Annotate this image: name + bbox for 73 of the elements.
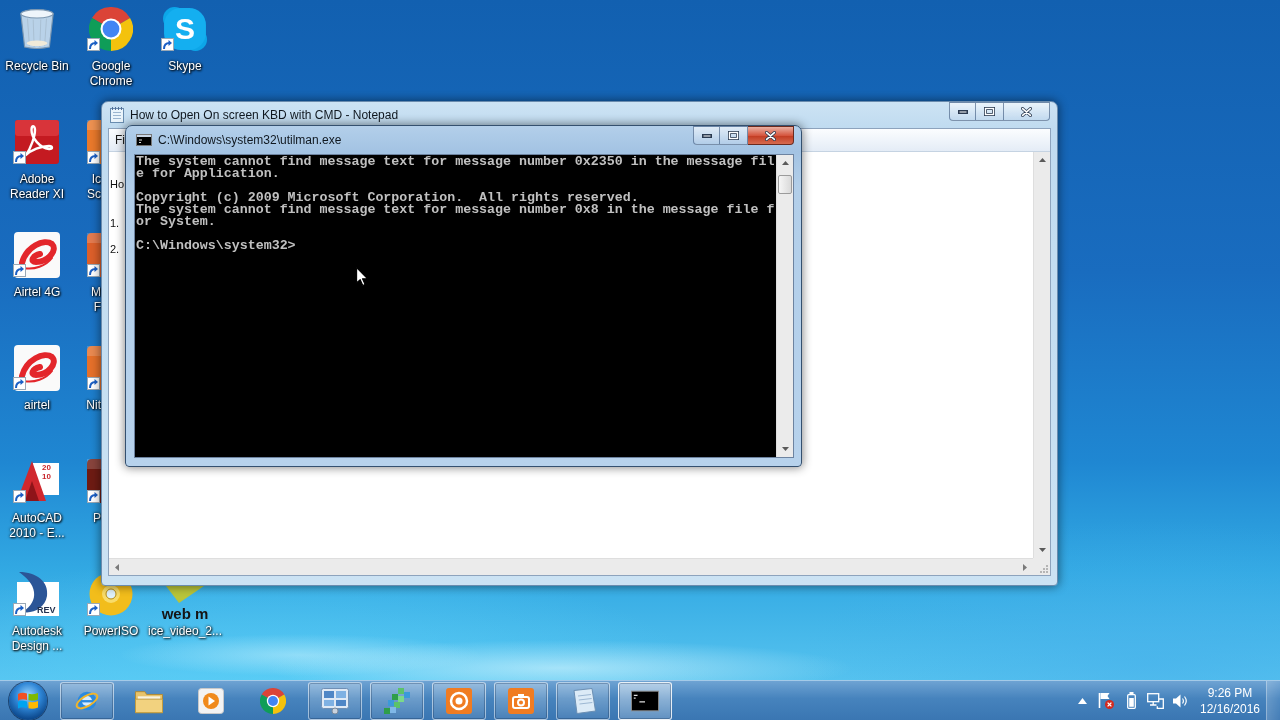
console-line: or System. [136,216,216,228]
icon-label[interactable]: airtel [24,398,50,413]
minimize-icon [701,133,712,138]
swirl-tile-icon[interactable] [15,120,59,164]
caret-up-icon [781,161,789,165]
icon-label[interactable]: Google Chrome [76,59,146,89]
scrollbar-thumb[interactable] [778,175,792,194]
circle-logo-icon[interactable] [89,7,133,51]
minimize-button[interactable] [693,126,720,145]
size-grip-icon[interactable] [1038,563,1048,573]
console-line: The system cannot find message text for message number 0x8 in the message file f [136,204,775,216]
clock-time[interactable]: 9:26 PM [1207,684,1253,701]
record-icon [446,687,472,714]
console-line: The system cannot find message text for message number 0x2350 in the message fil [136,156,775,168]
icon-label[interactable]: M F [91,285,101,315]
icon-label[interactable]: Skype [168,59,202,74]
icon-label[interactable]: Airtel 4G [13,285,61,300]
icon-label[interactable]: Adobe Reader XI [2,172,72,202]
flag-x-icon[interactable] [1098,692,1114,709]
caret-down-icon [781,447,789,451]
menu-item[interactable]: Fi [114,133,126,147]
panel-icon [321,687,349,714]
swoosh-tile-icon[interactable] [15,572,59,616]
caret-up-icon [1038,158,1046,162]
logo-letter: S [175,13,195,45]
start-button[interactable] [9,681,47,720]
console-screen[interactable] [135,155,776,457]
taskbar-button[interactable] [618,681,672,720]
triangle-up-icon[interactable] [1078,697,1087,704]
window-title: How to Open On screen KBD with CMD - Notepad [130,108,399,122]
cloud-tile-icon[interactable] [163,7,207,51]
camera-icon [508,687,534,714]
maximize-icon [984,107,995,116]
console-line: Copyright (c) 2009 Microsoft Corporation. All rights reserved. [136,192,639,204]
vertical-scrollbar[interactable] [776,155,793,457]
play-icon [198,687,224,714]
text-line: 1. [110,217,120,230]
circle-logo-icon [260,687,286,714]
flag-icon [18,691,38,710]
cubes-icon [384,687,410,714]
speaker-icon[interactable] [1173,693,1187,708]
close-button[interactable] [748,126,794,145]
caret-left-icon [115,563,119,571]
recycle-bin-icon[interactable] [18,9,56,49]
close-icon [1021,106,1032,117]
file-type-text: web m [161,605,209,622]
network-icon[interactable] [1147,692,1164,709]
text-line: Ho [110,178,125,191]
notepad-icon [570,687,596,714]
icon-label[interactable]: Nit [86,398,101,413]
caret-right-icon [1023,563,1027,571]
icon-label[interactable]: P [93,511,101,526]
icon-label[interactable]: Recycle Bin [5,59,69,74]
minimize-icon [957,109,968,114]
logo-text: REV [37,605,56,615]
maximize-icon [728,131,739,140]
terminal-icon [136,134,152,146]
swirl-icon[interactable] [14,232,60,278]
icon-label[interactable]: AutoCAD 2010 - E... [2,511,72,541]
logo-text: 20 10 [42,463,51,481]
icon-label[interactable]: Ic Sc [87,172,101,202]
notepad-icon [110,107,124,123]
window-title: C:\Windows\system32\utilman.exe [158,133,342,147]
clock-date[interactable]: 12/16/2016 [1199,700,1261,717]
console-line: C:\Windows\system32> [136,240,296,252]
console-line: e for Application. [136,168,280,180]
cursor-icon [356,267,368,286]
text-line: 2. [110,243,120,256]
close-icon [765,130,776,141]
maximize-button[interactable] [720,126,748,145]
swirl-icon[interactable] [14,345,60,391]
caret-down-icon [1038,548,1046,552]
battery-icon[interactable] [1127,692,1136,709]
